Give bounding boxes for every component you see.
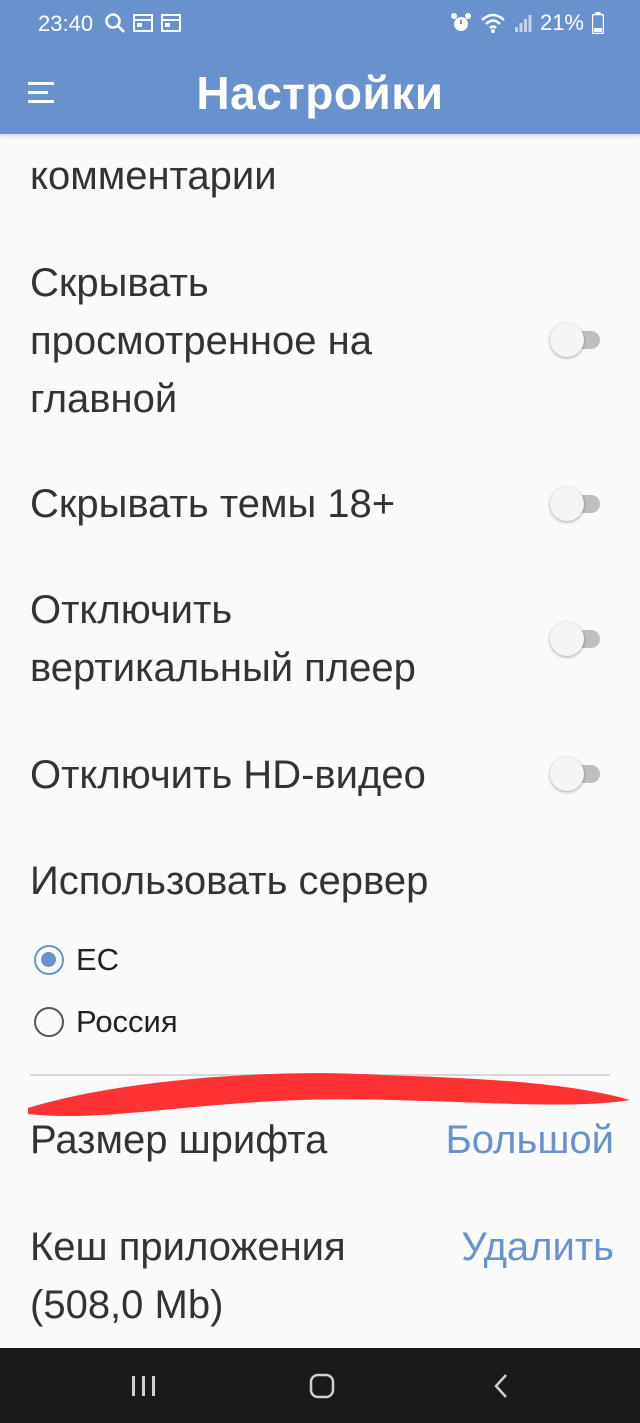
toggle-thumb (550, 323, 584, 357)
radio-server-eu[interactable]: ЕС (34, 942, 119, 978)
search-icon (105, 13, 125, 33)
alarm-icon (450, 13, 471, 31)
system-nav-bar (0, 1348, 640, 1423)
radio-label-russia: Россия (76, 1004, 178, 1039)
setting-vertical-player-label: Отключить вертикальный плеер (30, 588, 416, 690)
status-bar: 23:40 21% (0, 0, 640, 50)
battery-percent: 21% (539, 10, 584, 35)
setting-partial-label: комментарии (30, 154, 277, 198)
toggle-thumb (550, 487, 584, 521)
server-label: Использовать сервер (30, 859, 429, 903)
back-icon[interactable] (482, 1370, 522, 1402)
red-annotation-stroke (28, 1073, 630, 1117)
home-icon[interactable] (302, 1370, 342, 1402)
cache-label: Кеш приложения (508,0 Mb) (30, 1225, 346, 1327)
signal-icon (514, 15, 532, 32)
setting-hd-label: Отключить HD-видео (30, 753, 426, 797)
toggle-thumb (550, 622, 584, 656)
radio-checked-icon (34, 945, 64, 975)
recent-apps-icon[interactable] (124, 1370, 164, 1402)
setting-hide-18-label: Скрывать темы 18+ (30, 482, 396, 526)
cache-delete-button[interactable]: Удалить (461, 1218, 614, 1276)
toggle-hide-viewed[interactable] (550, 321, 600, 357)
battery-icon (592, 12, 604, 34)
toggle-hide-18[interactable] (550, 485, 600, 521)
radio-unchecked-icon (34, 1007, 64, 1037)
status-right-icons: 21% (450, 10, 604, 36)
status-left-icons (104, 12, 182, 34)
radio-server-russia[interactable]: Россия (34, 1004, 178, 1040)
calendar-icon (133, 14, 153, 32)
toggle-vertical-player[interactable] (550, 620, 600, 656)
page-title: Настройки (196, 67, 444, 119)
radio-label-eu: ЕС (76, 942, 120, 977)
toggle-thumb (550, 757, 584, 791)
setting-hide-viewed-label: Скрывать просмотренное на главной (30, 261, 372, 421)
calendar-icon-2 (161, 14, 181, 32)
toggle-hd[interactable] (550, 755, 600, 791)
top-bar: 23:40 21% Настройки (0, 0, 640, 134)
wifi-icon (481, 13, 505, 33)
status-time: 23:40 (38, 11, 94, 36)
